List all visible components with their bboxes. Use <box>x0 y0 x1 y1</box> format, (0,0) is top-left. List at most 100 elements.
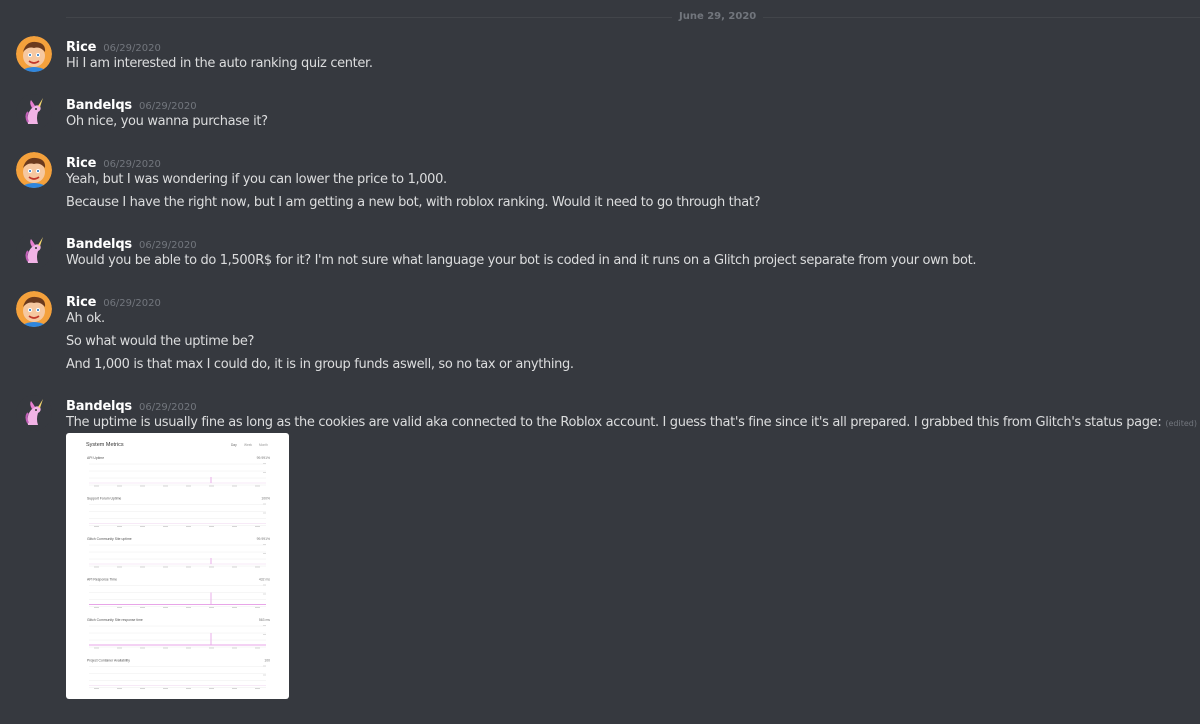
tab-week: Week <box>244 443 252 447</box>
x-tick <box>163 688 168 689</box>
metric-value: 99.991% <box>257 456 270 460</box>
message-header: Bandelqs 06/29/2020 <box>66 395 197 414</box>
x-tick <box>94 607 99 608</box>
message-content: The uptime is usually fine as long as th… <box>66 415 1197 430</box>
pink-unicorn-avatar[interactable] <box>16 395 52 431</box>
message-content: Would you be able to do 1,500R$ for it? … <box>66 253 977 268</box>
x-tick <box>186 607 191 608</box>
x-tick <box>117 607 122 608</box>
tab-month: Month <box>259 443 268 447</box>
metric-label: Project Container Availability <box>87 659 130 663</box>
message-text: The uptime is usually fine as long as th… <box>66 415 1162 430</box>
x-tick <box>232 688 237 689</box>
message-timestamp: 06/29/2020 <box>138 240 197 251</box>
x-tick <box>140 526 145 527</box>
x-tick <box>140 566 145 568</box>
x-tick <box>209 688 214 689</box>
message-header: Bandelqs 06/29/2020 <box>66 233 197 252</box>
author-name[interactable]: Rice <box>66 40 96 55</box>
metrics-title: System Metrics <box>86 442 124 448</box>
x-tick <box>117 526 122 527</box>
metric-value: 100 <box>264 659 270 663</box>
message-content: Hi I am interested in the auto ranking q… <box>66 56 373 71</box>
x-tick <box>140 485 145 487</box>
cartoon-boy-avatar[interactable] <box>16 152 52 188</box>
x-tick <box>163 485 168 487</box>
author-name[interactable]: Rice <box>66 295 96 310</box>
x-tick <box>140 647 145 649</box>
message-timestamp: 06/29/2020 <box>103 159 161 170</box>
metric-label: Glitch Community Site response time <box>87 618 143 622</box>
x-tick <box>186 566 191 568</box>
pink-unicorn-avatar[interactable] <box>16 94 52 130</box>
y-tick <box>263 553 266 554</box>
x-tick <box>163 647 168 649</box>
message-header: Bandelqs 06/29/2020 <box>66 94 197 113</box>
system-metrics-screenshot: System Metrics Day Week Month API Uptime… <box>86 442 270 689</box>
message-content: And 1,000 is that max I could do, it is … <box>66 357 574 372</box>
metric-label: Glitch Community Site uptime <box>87 537 132 541</box>
cartoon-boy-avatar[interactable] <box>16 291 52 327</box>
x-tick <box>255 607 260 608</box>
x-tick <box>140 607 145 608</box>
message-timestamp: 06/29/2020 <box>103 298 161 309</box>
y-tick <box>263 625 266 626</box>
message-content: So what would the uptime be? <box>66 334 255 349</box>
message-timestamp: 06/29/2020 <box>103 43 161 54</box>
metric-value: 432 ms <box>259 578 270 582</box>
metric-value: 100% <box>261 497 270 501</box>
x-tick <box>94 647 99 649</box>
date-divider-label: June 29, 2020 <box>672 10 764 24</box>
message-content: Ah ok. <box>66 311 105 326</box>
message-header: Rice 06/29/2020 <box>66 291 161 310</box>
x-tick <box>209 485 214 487</box>
metric-value: 563 ms <box>259 618 270 622</box>
y-tick <box>263 665 266 667</box>
image-attachment[interactable]: System Metrics Day Week Month API Uptime… <box>66 433 289 699</box>
x-tick <box>255 688 260 689</box>
x-tick <box>117 688 122 689</box>
x-tick <box>232 647 237 649</box>
x-tick <box>186 485 191 487</box>
x-tick <box>209 647 214 649</box>
y-tick <box>263 512 266 514</box>
x-tick <box>255 566 260 568</box>
author-name[interactable]: Bandelqs <box>66 98 132 113</box>
x-tick <box>163 526 168 527</box>
x-tick <box>232 566 237 568</box>
message-header: Rice 06/29/2020 <box>66 36 161 55</box>
y-tick <box>263 463 266 464</box>
x-tick <box>94 526 99 527</box>
message-content: Oh nice, you wanna purchase it? <box>66 114 268 129</box>
date-divider <box>66 17 1200 18</box>
x-tick <box>117 566 122 568</box>
x-tick <box>186 647 191 649</box>
tab-day: Day <box>231 443 237 447</box>
x-tick <box>186 526 191 527</box>
edited-tag: (edited) <box>1165 419 1197 428</box>
y-tick <box>263 544 266 545</box>
x-tick <box>163 607 168 608</box>
x-tick <box>232 485 237 487</box>
message-timestamp: 06/29/2020 <box>138 101 197 112</box>
message-content: Yeah, but I was wondering if you can low… <box>66 172 447 187</box>
pink-unicorn-avatar[interactable] <box>16 233 52 269</box>
cartoon-boy-avatar[interactable] <box>16 36 52 72</box>
x-tick <box>255 526 260 527</box>
y-tick <box>263 674 266 676</box>
y-tick <box>263 472 266 473</box>
y-tick <box>263 634 266 635</box>
author-name[interactable]: Bandelqs <box>66 399 132 414</box>
metric-label: API Response Time <box>87 578 117 582</box>
author-name[interactable]: Bandelqs <box>66 237 132 252</box>
y-tick <box>263 584 266 586</box>
y-tick <box>263 503 266 505</box>
x-tick <box>94 566 99 568</box>
author-name[interactable]: Rice <box>66 156 96 171</box>
y-tick <box>263 593 266 595</box>
message-timestamp: 06/29/2020 <box>138 402 197 413</box>
metric-label: Support Forum Uptime <box>87 497 121 501</box>
x-tick <box>117 485 122 487</box>
metric-value: 99.991% <box>257 537 270 541</box>
x-tick <box>209 607 214 608</box>
